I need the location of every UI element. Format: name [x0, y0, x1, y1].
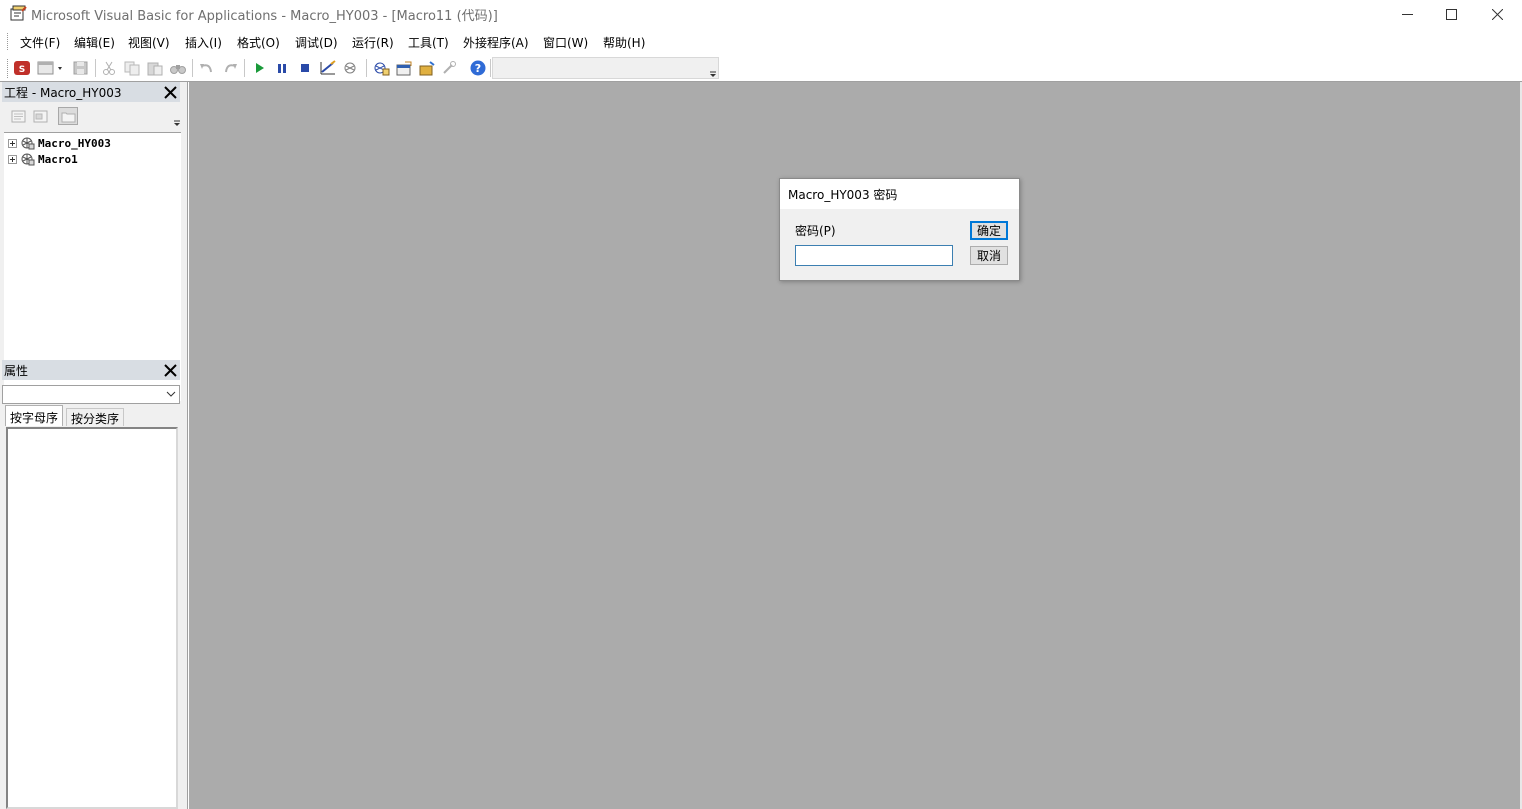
expand-plus-icon[interactable]: [8, 138, 17, 148]
svg-text:?: ?: [475, 62, 481, 75]
maximize-icon: [1445, 8, 1457, 20]
tab-alphabetic[interactable]: 按字母序: [5, 405, 64, 426]
tree-node-macro-hy003[interactable]: Macro_HY003: [8, 135, 111, 151]
ok-button[interactable]: 确定: [970, 221, 1008, 240]
object-browser-icon[interactable]: [395, 60, 413, 76]
project-explorer-icon[interactable]: [342, 60, 360, 76]
copy-icon[interactable]: [123, 60, 141, 76]
menu-bar: 文件(F) 编辑(E) 视图(V) 插入(I) 格式(O) 调试(D) 运行(R…: [0, 28, 1522, 55]
toolbar-separator: [95, 59, 96, 77]
run-icon[interactable]: [250, 60, 268, 76]
toolbar-separator: [366, 59, 367, 77]
svg-text:S: S: [19, 65, 25, 75]
cancel-button[interactable]: 取消: [970, 246, 1008, 265]
menu-edit[interactable]: 编辑(E): [74, 34, 115, 51]
minimize-icon: [1401, 13, 1413, 15]
expand-plus-icon[interactable]: [8, 154, 17, 164]
close-icon: [1491, 8, 1503, 20]
toolbar-separator: [244, 59, 245, 77]
folder-icon: [61, 112, 75, 122]
project-toolbar: [2, 104, 182, 130]
close-icon: [163, 363, 177, 377]
reset-icon[interactable]: [296, 60, 314, 76]
menu-window[interactable]: 窗口(W): [543, 34, 588, 51]
close-icon: [163, 85, 177, 99]
view-excel-icon[interactable]: S: [13, 60, 31, 76]
menu-format[interactable]: 格式(O): [237, 34, 280, 51]
toolbar-grip[interactable]: [7, 59, 10, 78]
left-dock-pane: 工程 - Macro_HY003 Macro_HY003 Macro1 属性 按…: [0, 82, 188, 809]
minimize-button[interactable]: [1384, 0, 1430, 28]
toolbox-icon[interactable]: [418, 60, 436, 76]
password-dialog: Macro_HY003 密码 密码(P) 确定 取消: [779, 178, 1020, 281]
menu-view[interactable]: 视图(V): [128, 34, 170, 51]
properties-pane-close-button[interactable]: [161, 361, 179, 379]
password-label: 密码(P): [795, 224, 836, 238]
title-bar: Microsoft Visual Basic for Applications …: [0, 0, 1522, 28]
menu-addins[interactable]: 外接程序(A): [463, 34, 529, 51]
properties-window-icon[interactable]: [372, 60, 390, 76]
help-icon[interactable]: ?: [469, 60, 487, 76]
menu-run[interactable]: 运行(R): [352, 34, 394, 51]
project-toolbar-chevron-icon[interactable]: [172, 104, 182, 128]
menu-debug[interactable]: 调试(D): [295, 34, 338, 51]
toolbar-separator: [490, 59, 491, 77]
menu-file[interactable]: 文件(F): [20, 34, 60, 51]
vba-app-icon: [10, 5, 27, 21]
tree-label: Macro1: [38, 152, 78, 166]
toolbar-position-box: [492, 57, 719, 79]
toggle-folders-button[interactable]: [58, 107, 78, 125]
undo-icon[interactable]: [198, 60, 216, 76]
design-mode-icon[interactable]: [319, 60, 337, 76]
properties-list: [6, 427, 178, 809]
view-object-icon: [33, 110, 47, 122]
pause-icon[interactable]: [273, 60, 291, 76]
cut-icon[interactable]: [100, 60, 118, 76]
object-selector-dropdown[interactable]: [2, 385, 180, 404]
properties-pane-header: 属性: [2, 360, 180, 380]
toolbar-options-chevron-icon[interactable]: [707, 60, 719, 78]
tree-label: Macro_HY003: [38, 136, 111, 150]
project-pane-close-button[interactable]: [161, 83, 179, 101]
tools-wrench-icon[interactable]: [441, 60, 459, 76]
project-pane-header: 工程 - Macro_HY003: [2, 82, 180, 102]
project-pane-title: 工程 - Macro_HY003: [4, 86, 122, 100]
chevron-down-icon: [166, 391, 176, 397]
vba-project-icon: [21, 137, 35, 150]
window-title: Microsoft Visual Basic for Applications …: [31, 9, 498, 24]
view-object-button[interactable]: [30, 107, 50, 125]
menu-help[interactable]: 帮助(H): [603, 34, 645, 51]
password-input[interactable]: [795, 245, 953, 266]
menubar-grip[interactable]: [7, 33, 10, 50]
view-code-icon: [11, 110, 25, 122]
menu-tools[interactable]: 工具(T): [408, 34, 449, 51]
menu-insert[interactable]: 插入(I): [185, 34, 222, 51]
properties-pane-title: 属性: [4, 364, 29, 378]
tree-node-macro1[interactable]: Macro1: [8, 151, 78, 167]
paste-icon[interactable]: [146, 60, 164, 76]
tab-categorized[interactable]: 按分类序: [66, 408, 125, 426]
save-icon[interactable]: [72, 60, 90, 76]
vba-project-icon: [21, 153, 35, 166]
dialog-title: Macro_HY003 密码: [788, 188, 898, 202]
dialog-titlebar[interactable]: Macro_HY003 密码: [780, 179, 1019, 209]
redo-icon[interactable]: [221, 60, 239, 76]
toolbar-separator: [192, 59, 193, 77]
close-window-button[interactable]: [1474, 0, 1520, 28]
insert-userform-icon[interactable]: [37, 60, 63, 76]
find-icon[interactable]: [169, 60, 187, 76]
maximize-button[interactable]: [1428, 0, 1474, 28]
view-code-button[interactable]: [8, 107, 28, 125]
